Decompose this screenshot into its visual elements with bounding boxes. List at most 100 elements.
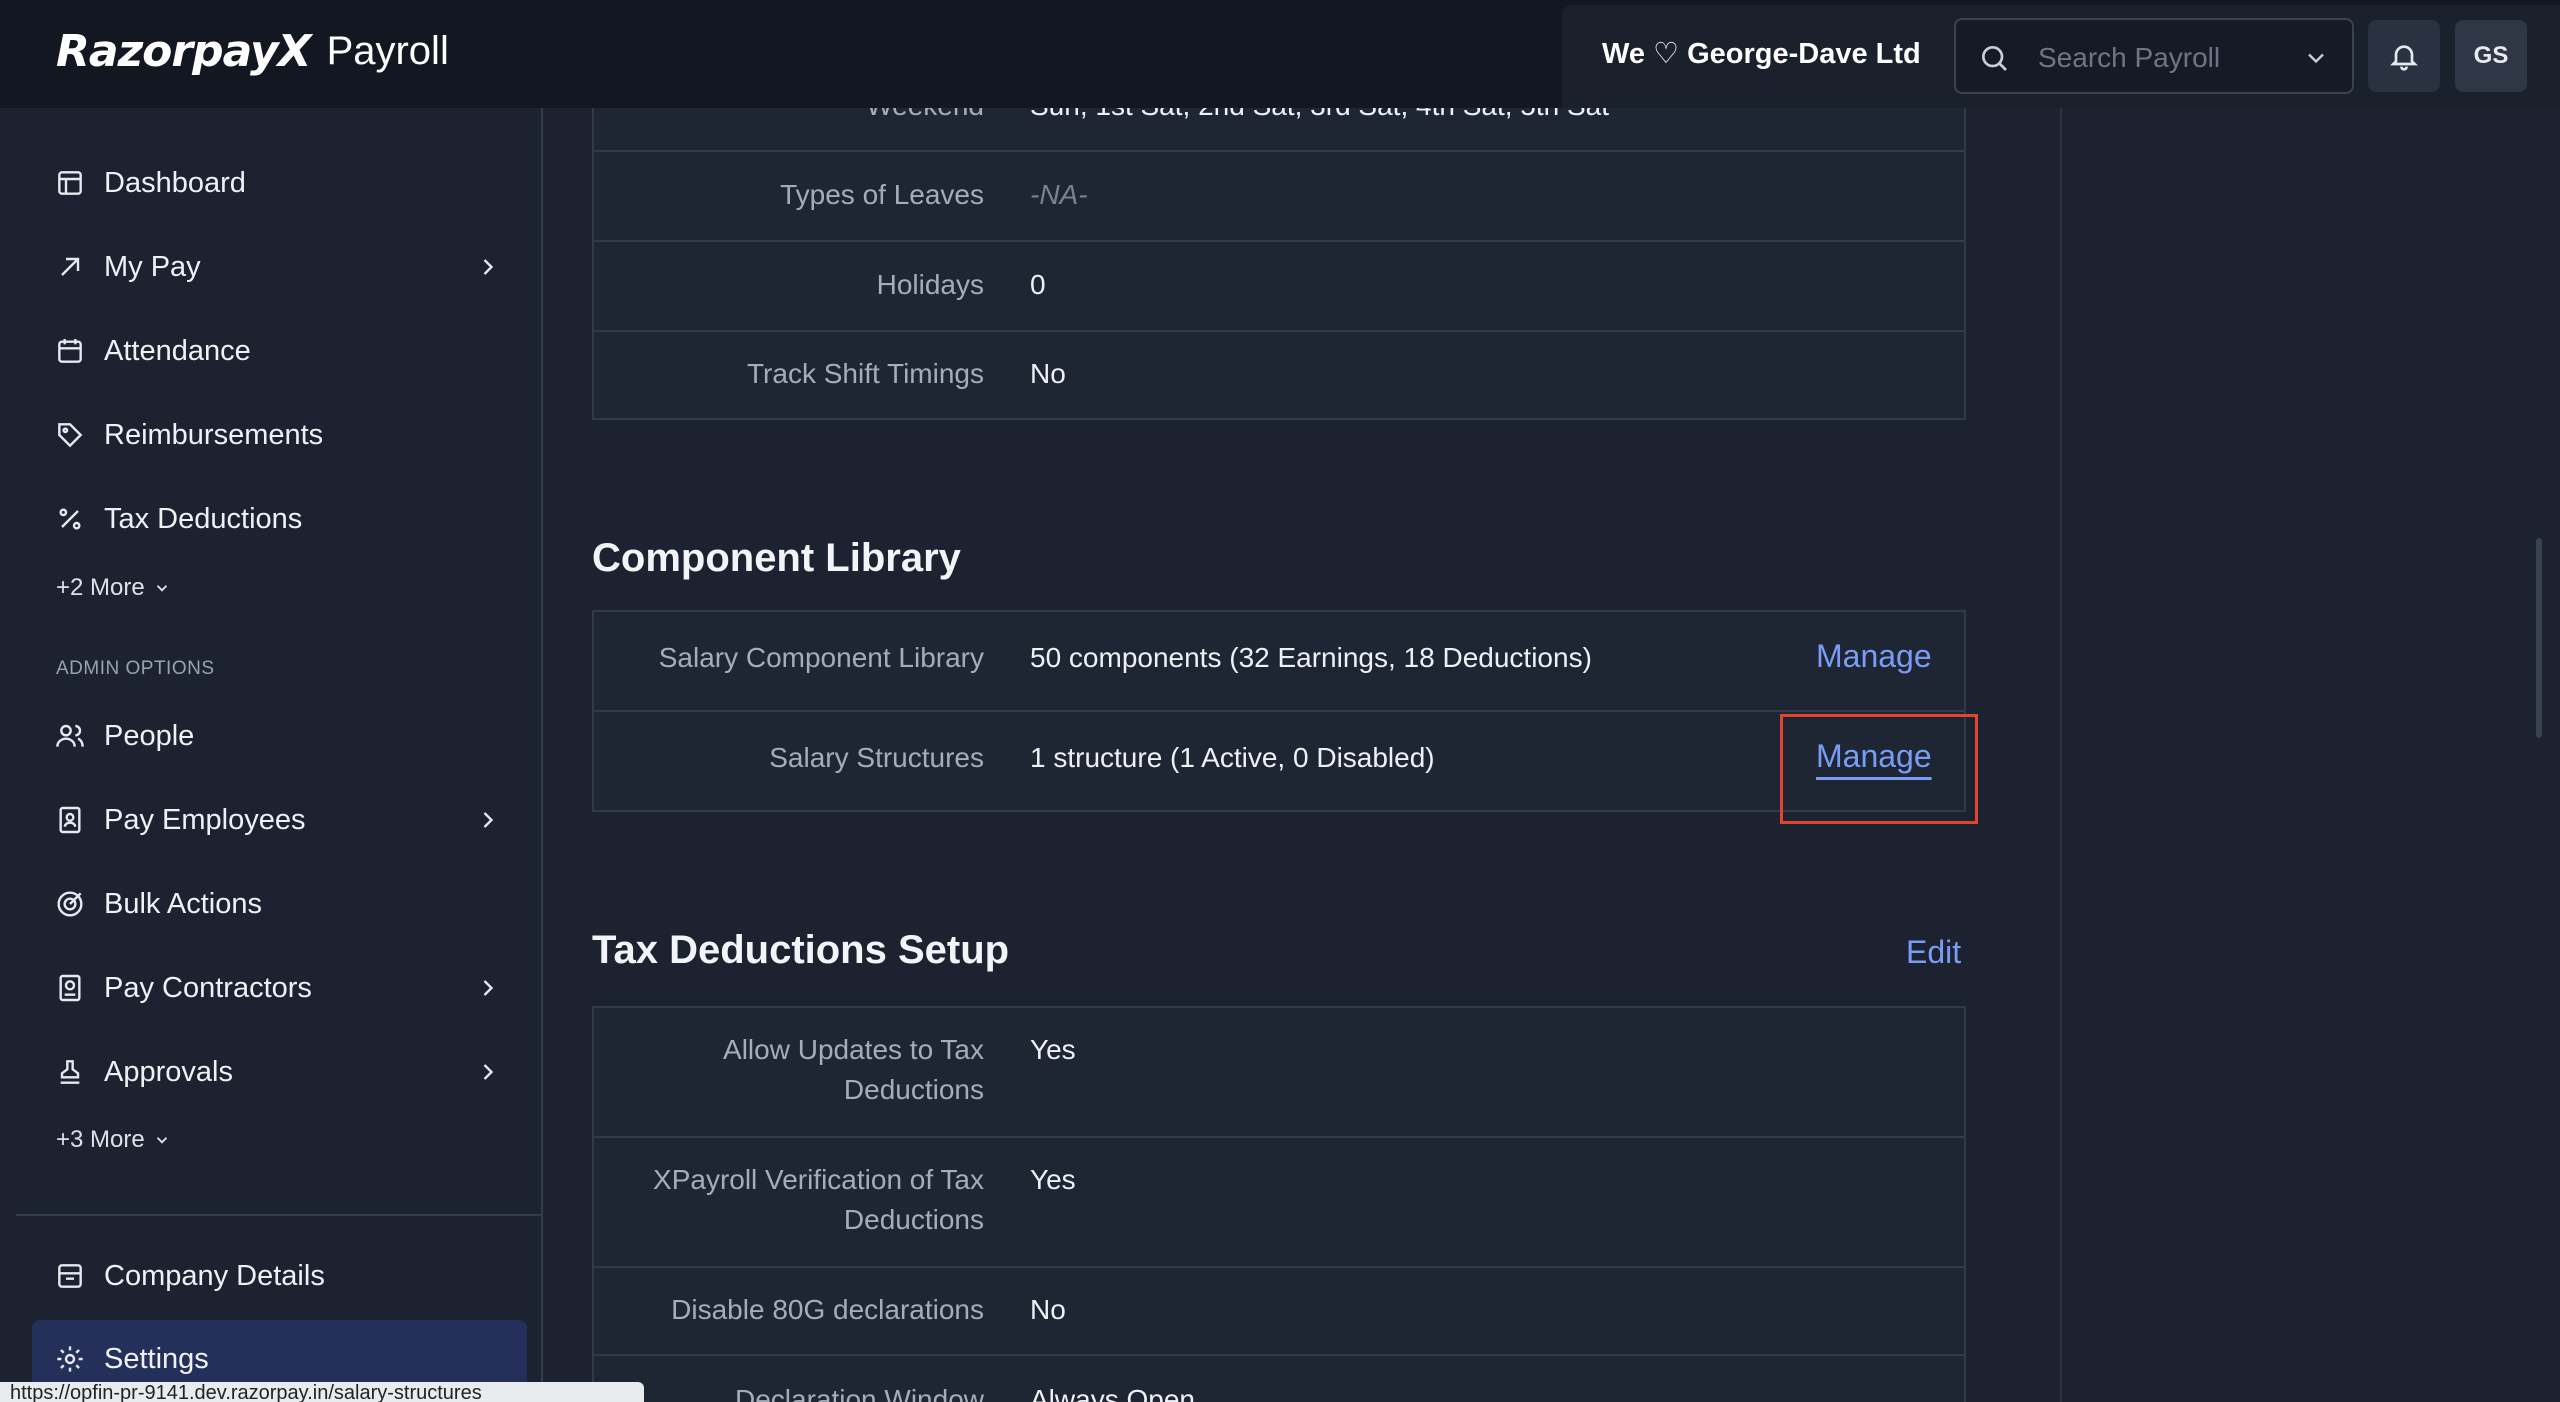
sidebar: Dashboard My Pay Attendance Reimbursemen…: [16, 108, 543, 1402]
chevron-right-icon: [483, 812, 494, 828]
sidebar-item-approvals[interactable]: Approvals: [16, 1042, 543, 1102]
receipt-icon: [59, 974, 81, 1002]
top-bar: RazorpayX Payroll We ♡ George-Dave Ltd S…: [0, 0, 2560, 108]
status-bar-url: https://opfin-pr-9141.dev.razorpay.in/sa…: [0, 1382, 644, 1402]
row-key: Types of Leaves: [780, 179, 984, 210]
component-library-title: Component Library: [592, 536, 961, 580]
bell-icon: [2390, 45, 2418, 71]
sidebar-item-pay-employees[interactable]: Pay Employees: [16, 790, 543, 850]
sidebar-item-label: Pay Employees: [104, 803, 306, 836]
sidebar-item-bulk-actions[interactable]: Bulk Actions: [16, 874, 543, 934]
row-key: Deductions: [843, 1074, 984, 1105]
row-key: Track Shift Timings: [746, 358, 984, 389]
search-input[interactable]: Search Payroll: [2038, 42, 2220, 74]
chevron-down-icon[interactable]: [2302, 44, 2330, 72]
table-row: Salary Component Library 50 components (…: [594, 612, 1964, 712]
more-label: +3 More: [56, 1126, 145, 1153]
chevron-down-icon: [156, 585, 167, 592]
component-library-table: Salary Component Library 50 components (…: [592, 610, 1966, 812]
sidebar-item-pay-contractors[interactable]: Pay Contractors: [16, 958, 543, 1018]
organization-name[interactable]: We ♡ George-Dave Ltd: [1602, 36, 1921, 71]
row-value: No: [1030, 358, 1066, 389]
sidebar-item-company-details[interactable]: Company Details: [16, 1246, 543, 1306]
notifications-button[interactable]: [2368, 20, 2440, 92]
table-row: XPayroll Verification of Tax Deductions …: [594, 1138, 1964, 1268]
row-value: -NA-: [1030, 179, 1088, 210]
percent-icon: [59, 508, 81, 530]
more-label: +2 More: [56, 574, 145, 601]
search-icon: [1982, 46, 2007, 71]
sidebar-item-label: Tax Deductions: [104, 502, 303, 535]
scrollbar-thumb[interactable]: [2536, 538, 2542, 738]
row-key: Salary Structures: [769, 742, 984, 773]
sidebar-item-label: Bulk Actions: [104, 887, 262, 920]
chevron-right-icon: [483, 259, 494, 275]
user-avatar[interactable]: GS: [2455, 20, 2527, 92]
table-row: Declaration Window Always Open: [594, 1356, 1964, 1402]
brand-logo[interactable]: RazorpayX Payroll: [56, 26, 449, 77]
more-toggle-2[interactable]: +3 More: [56, 1126, 171, 1154]
admin-options-label: ADMIN OPTIONS: [56, 658, 215, 679]
target-icon: [57, 891, 83, 917]
sidebar-item-dashboard[interactable]: Dashboard: [16, 153, 543, 213]
sidebar-divider: [16, 1214, 543, 1216]
row-key: Disable 80G declarations: [671, 1294, 984, 1325]
row-value: Yes: [1030, 1164, 1076, 1195]
content-right-edge: [2060, 108, 2062, 1402]
pay-employees-icon: [59, 806, 81, 834]
layout-icon: [58, 171, 82, 195]
tag-icon: [58, 423, 83, 448]
sidebar-item-label: People: [104, 719, 195, 752]
sidebar-item-attendance[interactable]: Attendance: [16, 321, 543, 381]
search-box[interactable]: Search Payroll: [1954, 18, 2354, 94]
highlight-box: [1780, 714, 1978, 824]
row-key: XPayroll Verification of Tax: [653, 1164, 984, 1195]
sidebar-item-label: My Pay: [104, 250, 201, 283]
arrow-up-right-icon: [61, 257, 80, 276]
row-key: Holidays: [876, 269, 984, 300]
tax-deductions-setup-title: Tax Deductions Setup: [592, 928, 1010, 972]
users-icon: [56, 724, 84, 747]
table-row: Salary Structures 1 structure (1 Active,…: [594, 712, 1964, 810]
sidebar-item-reimbursements[interactable]: Reimbursements: [16, 405, 543, 465]
sidebar-item-label: Pay Contractors: [104, 971, 312, 1004]
sidebar-item-label: Approvals: [104, 1055, 233, 1088]
table-row: Holidays 0: [594, 242, 1964, 332]
gear-icon: [57, 1346, 83, 1372]
product-name: Payroll: [326, 29, 449, 73]
chevron-right-icon: [483, 980, 494, 996]
manage-component-library-link[interactable]: Manage: [1816, 638, 1932, 675]
table-row: Allow Updates to Tax Deductions Yes: [594, 1008, 1964, 1138]
sidebar-item-label: Dashboard: [104, 166, 246, 199]
row-value: Always Open: [1030, 1384, 1195, 1402]
row-key: Declaration Window: [735, 1384, 984, 1402]
row-value: No: [1030, 1294, 1066, 1325]
store-icon: [58, 1264, 82, 1288]
razorpayx-logo: RazorpayX: [56, 26, 312, 77]
edit-tax-setup-link[interactable]: Edit: [1906, 934, 1961, 971]
chevron-right-icon: [483, 1064, 494, 1080]
row-value: 50 components (32 Earnings, 18 Deduction…: [1030, 642, 1592, 673]
stamp-icon: [60, 1060, 80, 1084]
sidebar-item-label: Reimbursements: [104, 418, 324, 451]
calendar-icon: [58, 339, 82, 363]
attendance-settings-table: Weekend Sun, 1st Sat, 2nd Sat, 3rd Sat, …: [592, 70, 1966, 420]
sidebar-item-my-pay[interactable]: My Pay: [16, 237, 543, 297]
table-row: Types of Leaves -NA-: [594, 152, 1964, 242]
row-key: Allow Updates to Tax: [723, 1034, 984, 1065]
table-row: Disable 80G declarations No: [594, 1268, 1964, 1356]
chevron-down-icon: [156, 1137, 167, 1144]
row-value: 0: [1030, 269, 1046, 300]
row-key: Salary Component Library: [658, 642, 984, 673]
sidebar-item-label: Settings: [104, 1342, 209, 1375]
sidebar-item-label: Attendance: [104, 334, 251, 367]
row-value: Yes: [1030, 1034, 1076, 1065]
sidebar-item-label: Company Details: [104, 1259, 325, 1292]
table-row: Track Shift Timings No: [594, 332, 1964, 418]
tax-setup-table: Allow Updates to Tax Deductions Yes XPay…: [592, 1006, 1966, 1402]
more-toggle-1[interactable]: +2 More: [56, 574, 171, 602]
row-value: 1 structure (1 Active, 0 Disabled): [1030, 742, 1435, 773]
sidebar-item-tax-deductions[interactable]: Tax Deductions: [16, 489, 543, 549]
sidebar-item-people[interactable]: People: [16, 706, 543, 766]
row-key: Deductions: [843, 1204, 984, 1235]
